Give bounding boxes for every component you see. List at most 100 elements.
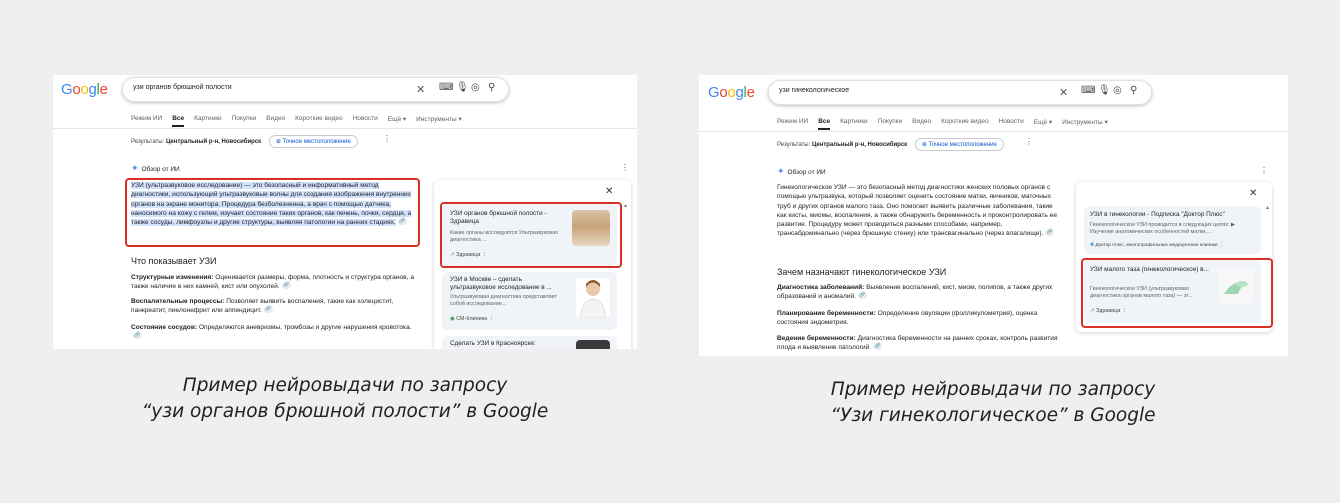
- google-logo[interactable]: Google: [61, 81, 108, 98]
- card-source: ◉ СМ-Клиника ⋮: [450, 316, 494, 322]
- precise-location-label: Точное местоположение: [282, 139, 351, 145]
- results-location: Центральный р-н, Новосибирск: [811, 142, 908, 148]
- section-title: Что показывает УЗИ: [131, 256, 217, 266]
- search-tabs: Режим ИИ Все Картинки Покупки Видео Коро…: [131, 115, 462, 127]
- logo-letter: o: [72, 81, 81, 98]
- close-icon[interactable]: ✕: [605, 186, 613, 197]
- tab-short-videos[interactable]: Короткие видео: [295, 115, 342, 127]
- source-favicon-icon: ◉: [450, 316, 455, 322]
- caption-line: “Узи гинекологическое” в Google: [830, 405, 1156, 426]
- link-icon[interactable]: 🔗: [263, 306, 273, 314]
- clear-icon[interactable]: ✕: [416, 83, 425, 96]
- source-card[interactable]: УЗИ в Москве – сделать ультразвуковое ис…: [442, 272, 617, 330]
- tab-videos[interactable]: Видео: [912, 118, 931, 130]
- tab-news[interactable]: Новости: [353, 115, 378, 127]
- item-label: Структурные изменения:: [131, 274, 214, 281]
- link-icon[interactable]: 🔗: [281, 282, 291, 290]
- more-options-icon[interactable]: ⋮: [1025, 137, 1033, 146]
- tab-more[interactable]: Ещё ▾: [388, 115, 406, 127]
- tab-shopping[interactable]: Покупки: [232, 115, 256, 127]
- close-icon[interactable]: ✕: [1249, 188, 1257, 199]
- card-snippet: Ультразвуковая диагностика представляет …: [450, 294, 557, 308]
- screenshot-gynecology-search: Google узи гинекологическое ✕ ⌨ 🎙 ◎ ⚲ Ре…: [699, 75, 1288, 356]
- tab-more[interactable]: Ещё ▾: [1034, 118, 1052, 130]
- ai-overview-label: Обзор от ИИ: [787, 169, 826, 176]
- ai-overview-menu-icon[interactable]: ⋮: [1260, 166, 1268, 175]
- caption-line: Пример нейровыдачи по запросу: [182, 375, 508, 396]
- ai-overview-header: ✦ Обзор от ИИ: [777, 166, 826, 177]
- ai-overview-header: ✦ Обзор от ИИ: [131, 163, 180, 174]
- section-title: Зачем назначают гинекологическое УЗИ: [777, 267, 947, 277]
- tab-short-videos[interactable]: Короткие видео: [941, 118, 988, 130]
- results-prefix: Результаты:: [131, 139, 165, 145]
- search-box[interactable]: узи гинекологическое ✕ ⌨ 🎙 ◎ ⚲: [768, 80, 1152, 105]
- google-logo[interactable]: Google: [708, 84, 755, 101]
- scroll-up-icon[interactable]: ▴: [1266, 204, 1269, 211]
- logo-letter: g: [88, 81, 97, 98]
- source-card[interactable]: Сделать УЗИ в Красноярске:: [442, 336, 617, 349]
- lens-icon[interactable]: ◎: [1113, 85, 1122, 96]
- tab-images[interactable]: Картинки: [194, 115, 222, 127]
- search-icon[interactable]: ⚲: [1130, 85, 1137, 96]
- tab-images[interactable]: Картинки: [840, 118, 868, 130]
- card-thumbnail: [576, 340, 610, 349]
- card-title: УЗИ в Москве – сделать ультразвуковое ис…: [450, 276, 552, 292]
- tab-tools[interactable]: Инструменты ▾: [416, 115, 462, 127]
- link-icon[interactable]: 🔗: [858, 292, 867, 300]
- ai-overview-label: Обзор от ИИ: [141, 166, 180, 173]
- source-card[interactable]: УЗИ в гинекологии - Подписка "Доктор Плю…: [1084, 206, 1261, 254]
- list-item: Ведение беременности: Диагностика береме…: [777, 334, 1059, 353]
- keyboard-icon[interactable]: ⌨: [439, 82, 453, 93]
- tab-ai-mode[interactable]: Режим ИИ: [777, 118, 808, 130]
- list-item: Состояние сосудов: Определяются аневризм…: [131, 323, 417, 342]
- clear-icon[interactable]: ✕: [1059, 86, 1068, 99]
- card-source: ✚ Доктор плюс, многопрофильные медицинск…: [1090, 243, 1224, 248]
- logo-letter: e: [99, 81, 108, 98]
- lens-icon[interactable]: ◎: [471, 82, 480, 93]
- keyboard-icon[interactable]: ⌨: [1081, 85, 1095, 96]
- precise-location-button[interactable]: ⊕ Точное местоположение: [914, 138, 1004, 151]
- search-input[interactable]: узи гинекологическое: [779, 87, 849, 94]
- tab-news[interactable]: Новости: [999, 118, 1024, 130]
- ai-overview-menu-icon[interactable]: ⋮: [621, 163, 629, 172]
- link-icon[interactable]: 🔗: [133, 332, 142, 340]
- tab-all[interactable]: Все: [818, 118, 831, 130]
- results-location-line: Результаты: Центральный р-н, Новосибирск…: [777, 138, 1004, 151]
- search-input[interactable]: узи органов брюшной полости: [133, 84, 232, 91]
- source-name: СМ-Клиника: [456, 316, 488, 322]
- link-icon[interactable]: 🔗: [1045, 229, 1055, 237]
- caption-right: Пример нейровыдачи по запросу “Узи гинек…: [743, 377, 1243, 429]
- item-label: Диагностика заболеваний:: [777, 284, 865, 291]
- link-icon[interactable]: 🔗: [873, 343, 883, 351]
- doctor-thumbnail: [576, 278, 610, 318]
- microphone-icon[interactable]: 🎙: [456, 82, 469, 93]
- card-title: УЗИ в гинекологии - Подписка "Доктор Плю…: [1090, 211, 1225, 218]
- tab-tools[interactable]: Инструменты ▾: [1062, 118, 1108, 130]
- screenshot-abdominal-search: Google узи органов брюшной полости ✕ ⌨ 🎙…: [53, 75, 637, 349]
- item-label: Планирование беременности:: [777, 310, 876, 317]
- list-item: Планирование беременности: Определение о…: [777, 309, 1059, 328]
- card-menu-icon[interactable]: ⋮: [1219, 243, 1224, 248]
- precise-location-button[interactable]: ⊕ Точное местоположение: [268, 135, 358, 148]
- item-label: Ведение беременности:: [777, 335, 856, 342]
- tab-videos[interactable]: Видео: [266, 115, 285, 127]
- search-tabs: Режим ИИ Все Картинки Покупки Видео Коро…: [777, 118, 1108, 130]
- search-icon[interactable]: ⚲: [488, 82, 495, 93]
- caption-left: Пример нейровыдачи по запросу “узи орган…: [95, 373, 595, 425]
- highlight-frame: [1081, 258, 1273, 328]
- list-item: Диагностика заболеваний: Выявление воспа…: [777, 283, 1059, 302]
- sparkle-icon: ✦: [131, 163, 139, 173]
- card-title: Сделать УЗИ в Красноярске:: [450, 340, 536, 347]
- caption-line: Пример нейровыдачи по запросу: [830, 379, 1156, 400]
- divider: [699, 131, 1288, 132]
- tab-shopping[interactable]: Покупки: [878, 118, 902, 130]
- tab-ai-mode[interactable]: Режим ИИ: [131, 115, 162, 127]
- tab-all[interactable]: Все: [172, 115, 185, 127]
- scroll-up-icon[interactable]: ▴: [624, 202, 627, 209]
- search-box[interactable]: узи органов брюшной полости ✕ ⌨ 🎙 ◎ ⚲: [122, 77, 509, 102]
- more-options-icon[interactable]: ⋮: [383, 134, 391, 143]
- card-menu-icon[interactable]: ⋮: [489, 316, 494, 322]
- microphone-icon[interactable]: 🎙: [1098, 85, 1111, 96]
- intro-text: Гинекологическое УЗИ — это безопасный ме…: [777, 184, 1058, 238]
- item-text: Определяются аневризмы, тромбозы и други…: [197, 324, 412, 331]
